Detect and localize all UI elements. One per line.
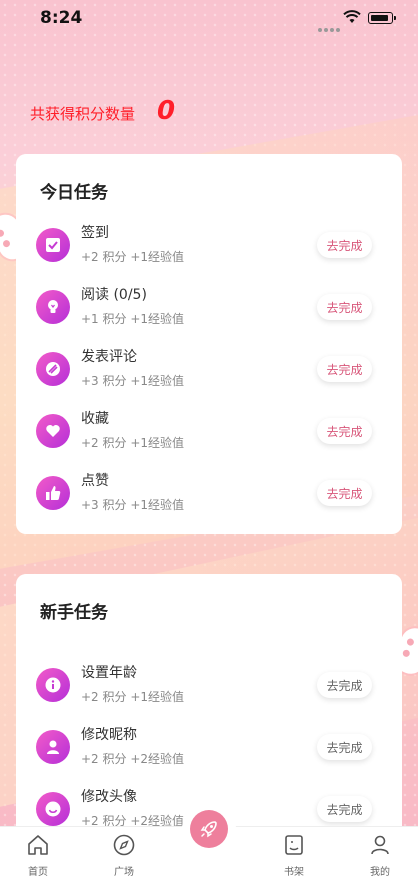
task-item: 修改昵称 +2 积分 +2经验值 去完成 — [16, 724, 402, 772]
task-name: 修改昵称 — [81, 727, 137, 743]
tab-mine[interactable]: 我的 — [350, 833, 410, 878]
rocket-icon — [190, 810, 228, 848]
bookshelf-icon — [285, 835, 303, 855]
home-icon — [28, 835, 48, 855]
tab-bookshelf[interactable]: 书架 — [264, 833, 324, 878]
task-reward: +1 积分 +1经验值 — [81, 312, 185, 326]
task-name: 阅读 (0/5) — [81, 287, 147, 303]
points-summary: 共获得积分数量 0 — [30, 96, 175, 126]
task-name: 设置年龄 — [81, 665, 137, 681]
status-time: 8:24 — [40, 8, 83, 28]
signal-dots-icon — [318, 17, 342, 36]
task-reward: +2 积分 +1经验值 — [81, 250, 185, 264]
tab-label: 我的 — [370, 867, 390, 878]
status-bar: 8:24 — [0, 0, 418, 36]
task-reward: +2 积分 +1经验值 — [81, 436, 185, 450]
comment-icon — [36, 352, 70, 386]
battery-icon — [368, 12, 396, 24]
complete-task-button[interactable]: 去完成 — [317, 356, 372, 382]
complete-task-button[interactable]: 去完成 — [317, 672, 372, 698]
task-name: 收藏 — [81, 411, 109, 427]
person-icon — [36, 730, 70, 764]
points-label: 共获得积分数量 — [30, 105, 136, 123]
complete-task-button[interactable]: 去完成 — [317, 232, 372, 258]
heart-icon — [36, 414, 70, 448]
task-reward: +3 积分 +1经验值 — [81, 498, 185, 512]
complete-task-button[interactable]: 去完成 — [317, 734, 372, 760]
complete-task-button[interactable]: 去完成 — [317, 294, 372, 320]
task-item: 点赞 +3 积分 +1经验值 去完成 — [16, 470, 402, 518]
smile-icon — [36, 792, 70, 826]
tab-home[interactable]: 首页 — [8, 833, 68, 878]
task-item: 签到 +2 积分 +1经验值 去完成 — [16, 222, 402, 270]
tab-square[interactable]: 广场 — [94, 833, 154, 878]
lightbulb-icon — [36, 290, 70, 324]
task-name: 修改头像 — [81, 789, 137, 805]
user-icon — [371, 835, 389, 855]
wifi-icon — [343, 10, 361, 23]
task-name: 签到 — [81, 225, 109, 241]
points-value: 0 — [157, 96, 176, 126]
task-name: 点赞 — [81, 473, 109, 489]
task-item: 发表评论 +3 积分 +1经验值 去完成 — [16, 346, 402, 394]
task-item: 阅读 (0/5) +1 积分 +1经验值 去完成 — [16, 284, 402, 332]
complete-task-button[interactable]: 去完成 — [317, 418, 372, 444]
task-reward: +3 积分 +1经验值 — [81, 374, 185, 388]
task-item: 设置年龄 +2 积分 +1经验值 去完成 — [16, 662, 402, 710]
tab-label: 书架 — [284, 867, 304, 878]
daily-tasks-card: 今日任务 签到 +2 积分 +1经验值 去完成 阅读 (0/5) +1 积分 +… — [16, 154, 402, 534]
task-item: 收藏 +2 积分 +1经验值 去完成 — [16, 408, 402, 456]
tab-label: 广场 — [114, 867, 134, 878]
thumbs-up-icon — [36, 476, 70, 510]
complete-task-button[interactable]: 去完成 — [317, 480, 372, 506]
complete-task-button[interactable]: 去完成 — [317, 796, 372, 822]
card-title: 新手任务 — [40, 603, 108, 623]
task-reward: +2 积分 +1经验值 — [81, 690, 185, 704]
compass-icon — [113, 834, 135, 856]
checkbox-icon — [36, 228, 70, 262]
center-rocket-button[interactable] — [186, 806, 232, 852]
card-title: 今日任务 — [40, 183, 108, 203]
tab-label: 首页 — [28, 867, 48, 878]
task-reward: +2 积分 +2经验值 — [81, 752, 185, 766]
info-icon — [36, 668, 70, 702]
task-name: 发表评论 — [81, 349, 137, 365]
